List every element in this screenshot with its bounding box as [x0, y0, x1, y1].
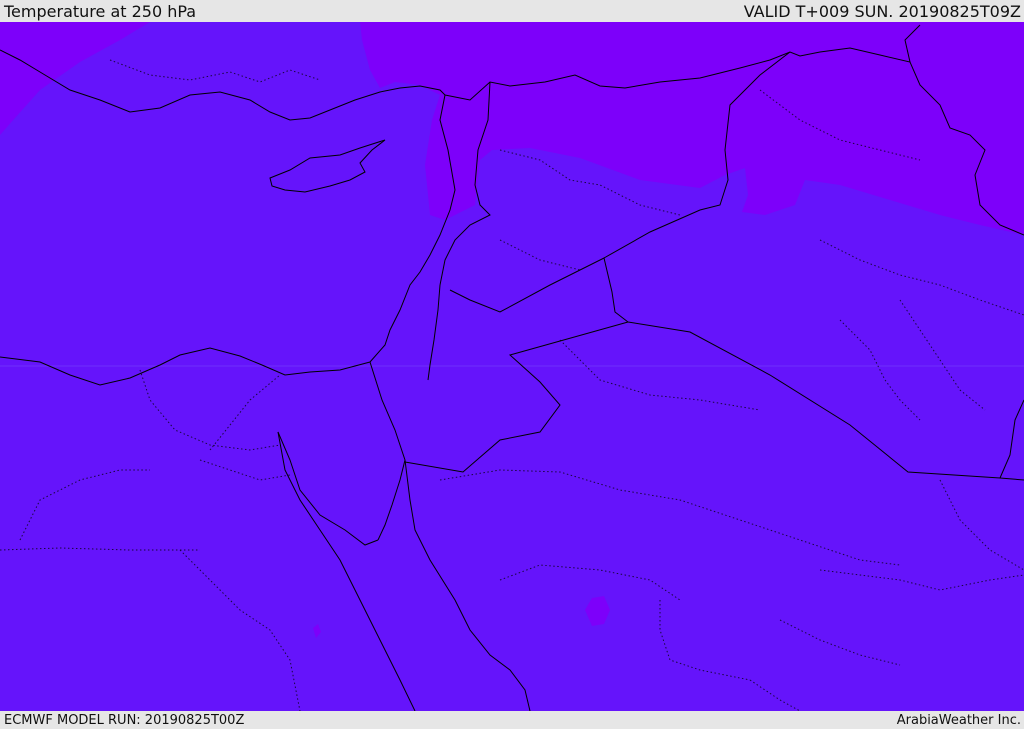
map-title: Temperature at 250 hPa: [4, 1, 197, 21]
map-header: Temperature at 250 hPa VALID T+009 SUN. …: [0, 0, 1024, 22]
map-footer: ECMWF MODEL RUN: 20190825T00Z ArabiaWeat…: [0, 711, 1024, 729]
credit: ArabiaWeather Inc.: [896, 712, 1021, 728]
valid-time: VALID T+009 SUN. 20190825T09Z: [743, 1, 1021, 21]
weather-map: [0, 22, 1024, 711]
model-run: ECMWF MODEL RUN: 20190825T00Z: [4, 712, 245, 728]
